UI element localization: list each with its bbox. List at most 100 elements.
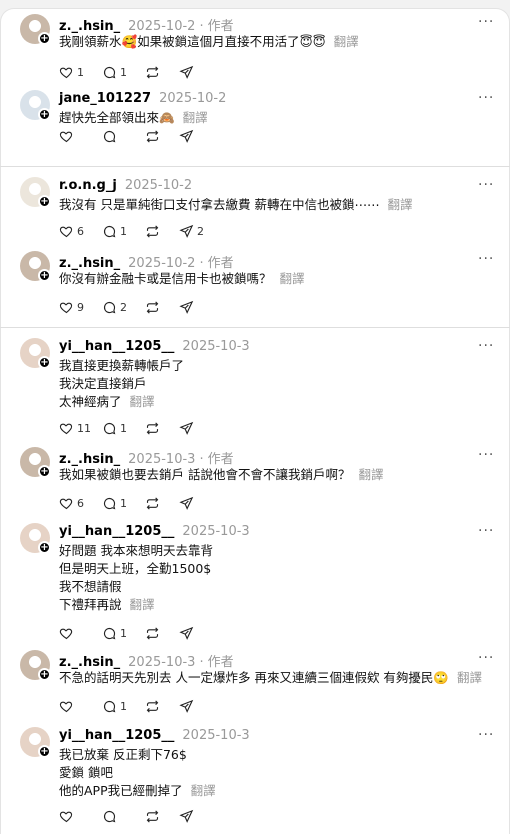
- share-button[interactable]: [179, 808, 197, 824]
- reply-count: 1: [120, 65, 127, 79]
- share-button[interactable]: [179, 64, 197, 80]
- follow-plus-icon[interactable]: +: [38, 269, 51, 282]
- username[interactable]: yi__han__1205__: [59, 339, 174, 354]
- username[interactable]: jane_101227: [59, 91, 151, 106]
- follow-plus-icon[interactable]: +: [38, 356, 51, 369]
- like-button[interactable]: 1: [59, 64, 84, 80]
- like-button[interactable]: [59, 128, 77, 144]
- comment-item: + z._.hsin_ 2025-10-2 · 作者 ··· 你沒有辦金融卡或是信用卡也被鎖…: [0, 251, 510, 321]
- username[interactable]: yi__han__1205__: [59, 524, 174, 539]
- comment-icon: [103, 700, 116, 712]
- more-options-icon[interactable]: ···: [478, 14, 494, 30]
- repost-icon: [146, 129, 159, 143]
- reply-count: 1: [120, 224, 127, 238]
- translate-link[interactable]: 翻譯: [130, 394, 155, 409]
- share-button[interactable]: [179, 128, 197, 144]
- reply-button[interactable]: 1: [102, 698, 127, 714]
- reply-button[interactable]: [102, 808, 120, 824]
- comment-icon: [103, 130, 116, 142]
- repost-button[interactable]: [145, 495, 163, 511]
- follow-plus-icon[interactable]: +: [38, 32, 51, 45]
- more-options-icon[interactable]: ···: [478, 523, 494, 539]
- reply-button[interactable]: 2: [102, 299, 127, 315]
- more-options-icon[interactable]: ···: [478, 251, 494, 267]
- like-button[interactable]: 6: [59, 223, 84, 239]
- comment-line: 好問題 我本來想明天去靠背: [59, 543, 213, 558]
- comment-icon: [103, 810, 116, 822]
- username-line: z._.hsin_ 2025-10-2 · 作者: [59, 252, 234, 271]
- thread-divider: [0, 166, 510, 167]
- repost-button[interactable]: [145, 299, 163, 315]
- like-button[interactable]: [59, 698, 77, 714]
- more-options-icon[interactable]: ···: [478, 90, 494, 106]
- author-badge: 作者: [207, 19, 234, 34]
- reply-button[interactable]: 1: [102, 495, 127, 511]
- username-line: yi__han__1205__ 2025-10-3: [59, 339, 250, 354]
- username[interactable]: z._.hsin_: [59, 452, 120, 467]
- share-button[interactable]: [179, 625, 197, 641]
- follow-plus-icon[interactable]: +: [38, 745, 51, 758]
- username[interactable]: z._.hsin_: [59, 19, 120, 34]
- reply-button[interactable]: 1: [102, 420, 127, 436]
- share-icon: [179, 65, 194, 79]
- comment-icon: [103, 301, 116, 313]
- username[interactable]: z._.hsin_: [59, 655, 120, 670]
- follow-plus-icon[interactable]: +: [38, 465, 51, 478]
- repost-button[interactable]: [145, 64, 163, 80]
- follow-plus-icon[interactable]: +: [38, 108, 51, 121]
- username[interactable]: yi__han__1205__: [59, 728, 174, 743]
- username[interactable]: z._.hsin_: [59, 256, 120, 271]
- like-button[interactable]: 6: [59, 495, 84, 511]
- comment-body: 我已放棄 反正剩下76$ 愛鎖 鎖吧 他的APP我已經刪掉了 翻譯: [59, 746, 216, 800]
- translate-link[interactable]: 翻譯: [457, 670, 482, 685]
- translate-link[interactable]: 翻譯: [191, 783, 216, 798]
- repost-button[interactable]: [145, 223, 163, 239]
- more-options-icon[interactable]: ···: [478, 338, 494, 354]
- translate-link[interactable]: 翻譯: [130, 597, 155, 612]
- translate-link[interactable]: 翻譯: [334, 34, 359, 49]
- username-line: z._.hsin_ 2025-10-2 · 作者: [59, 15, 234, 34]
- heart-icon: [59, 811, 73, 822]
- comment-line: 愛鎖 鎖吧: [59, 765, 113, 780]
- like-button[interactable]: [59, 625, 77, 641]
- follow-plus-icon[interactable]: +: [38, 668, 51, 681]
- like-count: 6: [77, 224, 84, 238]
- share-icon: [179, 421, 194, 435]
- like-count: 9: [77, 300, 84, 314]
- repost-button[interactable]: [145, 808, 163, 824]
- translate-link[interactable]: 翻譯: [387, 197, 412, 212]
- share-icon: [179, 809, 194, 823]
- comment-line: 你沒有辦金融卡或是信用卡也被鎖嗎？ 翻譯: [59, 271, 305, 286]
- translate-link[interactable]: 翻譯: [358, 467, 383, 482]
- share-button[interactable]: [179, 420, 197, 436]
- reply-button[interactable]: [102, 128, 120, 144]
- more-options-icon[interactable]: ···: [478, 650, 494, 666]
- repost-button[interactable]: [145, 625, 163, 641]
- share-button[interactable]: [179, 299, 197, 315]
- more-options-icon[interactable]: ···: [478, 177, 494, 193]
- comment-body: 好問題 我本來想明天去靠背 但是明天上班，全勤1500$ 我不想請假 下禮拜再說 翻譯: [59, 542, 213, 614]
- like-button[interactable]: 9: [59, 299, 84, 315]
- more-options-icon[interactable]: ···: [478, 727, 494, 743]
- comment-body: 我沒有 只是單純街口支付拿去繳費 薪轉在中信也被鎖⋯⋯ 翻譯: [59, 196, 412, 214]
- share-button[interactable]: [179, 698, 197, 714]
- reply-button[interactable]: 1: [102, 625, 127, 641]
- more-options-icon[interactable]: ···: [478, 447, 494, 463]
- repost-button[interactable]: [145, 128, 163, 144]
- share-button[interactable]: 2: [179, 223, 204, 239]
- follow-plus-icon[interactable]: +: [38, 195, 51, 208]
- repost-button[interactable]: [145, 420, 163, 436]
- post-date: 2025-10-3: [182, 524, 250, 539]
- username[interactable]: r.o.n.g_j: [59, 178, 117, 193]
- comment-line: 我決定直接銷戶: [59, 376, 147, 391]
- like-button[interactable]: 11: [59, 420, 91, 436]
- reply-button[interactable]: 1: [102, 223, 127, 239]
- reply-button[interactable]: 1: [102, 64, 127, 80]
- share-button[interactable]: [179, 495, 197, 511]
- comment-line: 我直接更換薪轉帳戶了: [59, 358, 185, 373]
- repost-button[interactable]: [145, 698, 163, 714]
- like-button[interactable]: [59, 808, 77, 824]
- follow-plus-icon[interactable]: +: [38, 541, 51, 554]
- translate-link[interactable]: 翻譯: [280, 271, 305, 286]
- translate-link[interactable]: 翻譯: [183, 110, 208, 125]
